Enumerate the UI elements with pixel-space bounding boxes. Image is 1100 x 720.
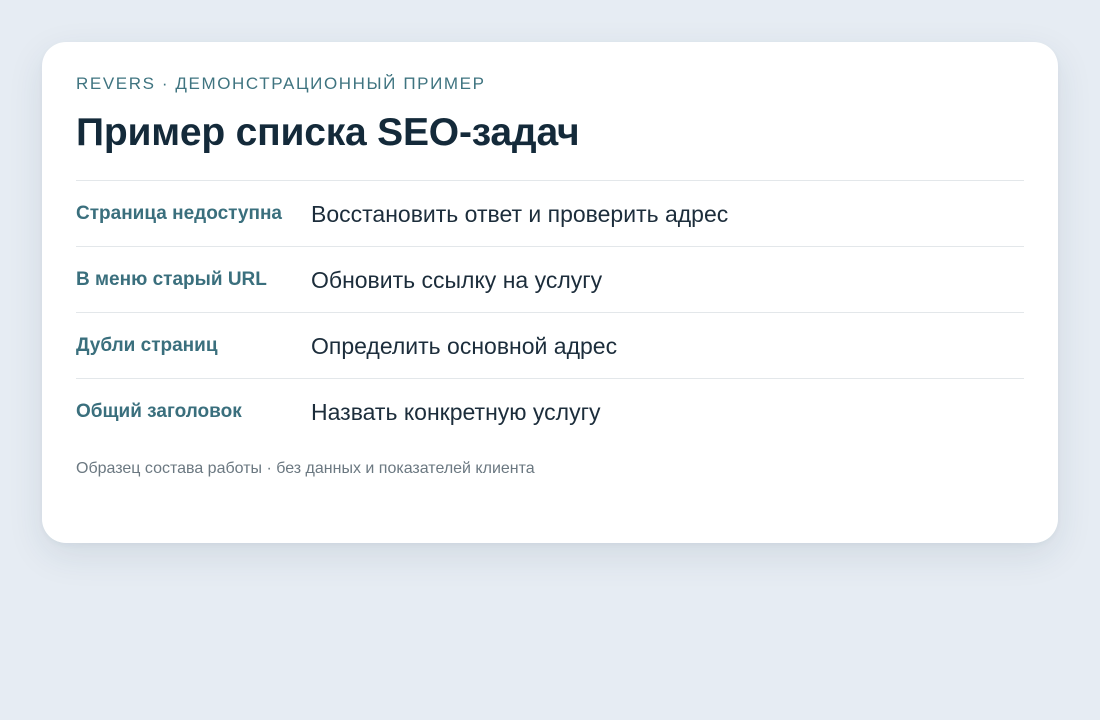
task-action-text: Восстановить ответ и проверить адрес bbox=[311, 201, 729, 227]
task-row: Страница недоступна Восстановить ответ и… bbox=[76, 181, 1024, 247]
task-issue-label: Общий заголовок bbox=[76, 401, 242, 422]
task-action-text: Обновить ссылку на услугу bbox=[311, 267, 603, 293]
task-row: В меню старый URL Обновить ссылку на усл… bbox=[76, 247, 1024, 313]
task-row: Дубли страниц Определить основной адрес bbox=[76, 313, 1024, 379]
task-row: Общий заголовок Назвать конкретную услуг… bbox=[76, 379, 1024, 444]
task-action-text: Определить основной адрес bbox=[311, 333, 618, 359]
task-issue-label: В меню старый URL bbox=[76, 269, 267, 290]
footnote: Образец состава работы · без данных и по… bbox=[76, 460, 535, 477]
page-title: Пример списка SEO-задач bbox=[76, 111, 580, 154]
seo-tasks-card: REVERS · ДЕМОНСТРАЦИОННЫЙ ПРИМЕР Пример … bbox=[42, 42, 1058, 543]
eyebrow-label: REVERS · ДЕМОНСТРАЦИОННЫЙ ПРИМЕР bbox=[76, 74, 486, 93]
task-action-text: Назвать конкретную услугу bbox=[311, 399, 601, 425]
task-issue-label: Страница недоступна bbox=[76, 203, 283, 224]
task-list: Страница недоступна Восстановить ответ и… bbox=[76, 180, 1024, 444]
task-issue-label: Дубли страниц bbox=[76, 335, 218, 356]
